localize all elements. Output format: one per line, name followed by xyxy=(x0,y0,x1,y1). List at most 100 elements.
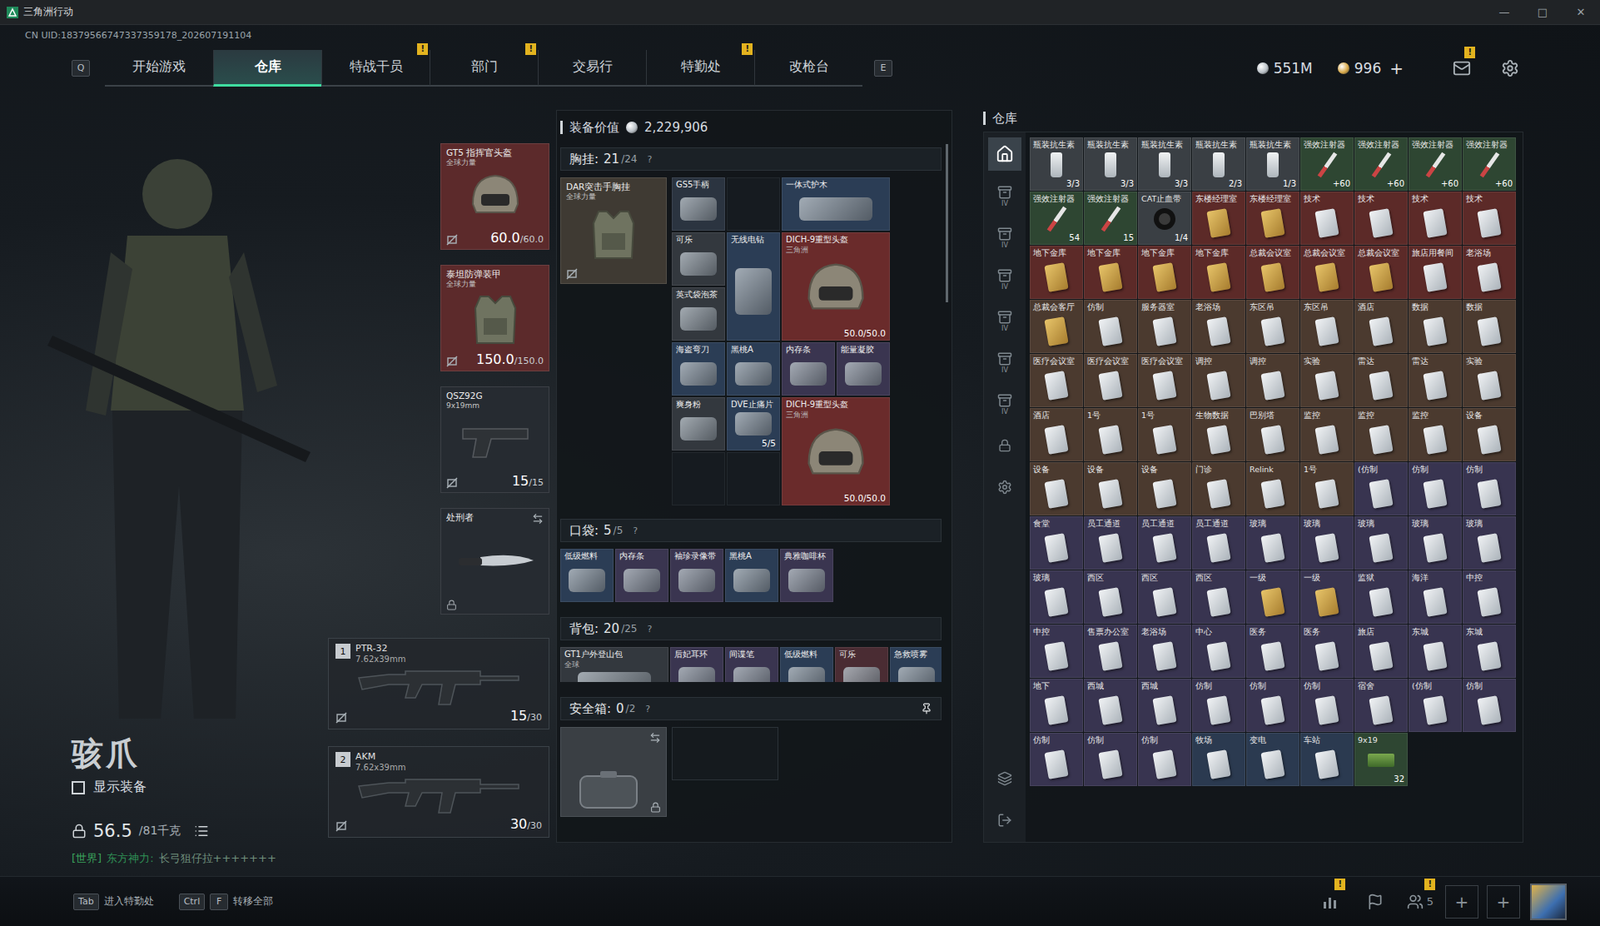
warehouse-item[interactable]: 东区吊 xyxy=(1300,299,1354,353)
item-cell[interactable]: 急救喷雾 xyxy=(889,646,942,682)
sidebar-item[interactable]: IV xyxy=(988,387,1022,421)
warehouse-item[interactable]: 调控 xyxy=(1246,353,1300,408)
warehouse-item[interactable]: 瓶装抗生素3/3 xyxy=(1029,137,1084,191)
item-cell[interactable]: GT1户外登山包全球 xyxy=(560,646,669,682)
warehouse-item[interactable]: 设备 xyxy=(1137,462,1192,516)
warehouse-item[interactable]: 海洋 xyxy=(1408,570,1462,624)
nav-tab[interactable]: 开始游戏 xyxy=(104,49,214,87)
warehouse-item[interactable]: 设备 xyxy=(1083,462,1138,516)
warehouse-item[interactable]: 东楼经理室 xyxy=(1192,191,1246,245)
sidebar-item[interactable]: IV xyxy=(988,220,1022,254)
warehouse-item[interactable]: 仿制 xyxy=(1408,462,1462,516)
rig-slot[interactable]: DAR突击手胸挂全球力量 xyxy=(560,177,667,284)
warehouse-item[interactable]: 强效注射器54 xyxy=(1029,191,1084,245)
warehouse-item[interactable]: 技术 xyxy=(1408,191,1462,245)
window-control[interactable]: □ xyxy=(1523,0,1562,25)
warehouse-item[interactable]: 仿制 xyxy=(1462,462,1516,516)
warehouse-item[interactable]: 数据 xyxy=(1462,299,1516,353)
sidebar-item[interactable] xyxy=(988,470,1022,504)
help-button[interactable]: ? xyxy=(646,623,652,635)
warehouse-item[interactable]: 西城 xyxy=(1137,678,1192,732)
nav-tab[interactable]: 交易行 xyxy=(537,49,646,87)
tool-button[interactable]: 5! xyxy=(1403,884,1437,919)
avatar[interactable] xyxy=(1530,883,1567,920)
warehouse-item[interactable]: 仿制 xyxy=(1083,732,1138,786)
warehouse-item[interactable]: 员工通道 xyxy=(1137,516,1192,570)
warehouse-item[interactable]: 调控 xyxy=(1192,353,1246,408)
warehouse-item[interactable]: 瓶装抗生素3/3 xyxy=(1137,137,1192,191)
warehouse-item[interactable]: 总裁会议室 xyxy=(1246,245,1300,299)
item-cell[interactable]: 能量凝胶 xyxy=(836,342,890,396)
item-cell[interactable]: 爽身粉 xyxy=(671,397,726,451)
warehouse-item[interactable]: 强效注射器+60 xyxy=(1354,137,1408,191)
warehouse-item[interactable]: 员工通道 xyxy=(1083,516,1138,570)
help-button[interactable]: ? xyxy=(646,154,652,165)
item-cell[interactable]: 内存条 xyxy=(615,548,669,602)
item-cell[interactable]: 一体式护木 xyxy=(781,177,890,231)
item-cell[interactable]: GS5手柄 xyxy=(671,177,726,231)
warehouse-item[interactable]: 瓶装抗生素2/3 xyxy=(1192,137,1246,191)
item-cell[interactable]: 海盗弯刀 xyxy=(671,342,726,396)
item-cell[interactable]: DICH-9重型头盔三角洲50.0/50.0 xyxy=(781,232,890,341)
gear-slot[interactable]: QSZ92G9x19mm15/15 xyxy=(440,386,550,493)
key-hint[interactable]: Tab进入特勤处 xyxy=(73,893,155,910)
nav-tab[interactable]: 改枪台 xyxy=(754,49,863,87)
warehouse-item[interactable]: 东城 xyxy=(1462,624,1516,678)
nav-tab[interactable]: 部门! xyxy=(429,49,538,87)
warehouse-item[interactable]: 强效注射器+60 xyxy=(1408,137,1462,191)
warehouse-item[interactable]: 1号 xyxy=(1083,407,1138,462)
warehouse-item[interactable]: 地下金库 xyxy=(1083,245,1138,299)
sidebar-item[interactable]: IV xyxy=(988,345,1022,379)
warehouse-item[interactable]: 仿制 xyxy=(1137,732,1192,786)
icon-button[interactable] xyxy=(1495,53,1526,84)
warehouse-item[interactable]: 门诊 xyxy=(1192,462,1246,516)
warehouse-item[interactable]: 总裁会议室 xyxy=(1354,245,1408,299)
warehouse-item[interactable]: 地下 xyxy=(1029,678,1084,732)
item-cell[interactable]: 可乐 xyxy=(834,646,889,682)
warehouse-item[interactable]: 员工通道 xyxy=(1192,516,1246,570)
sidebar-item[interactable] xyxy=(988,803,1022,837)
warehouse-item[interactable]: 设备 xyxy=(1029,462,1084,516)
gear-slot[interactable]: 处刑者 xyxy=(440,507,550,615)
item-cell[interactable]: 低级燃料 xyxy=(560,548,614,602)
safebox-slot[interactable] xyxy=(560,726,667,817)
warehouse-item[interactable]: 西区 xyxy=(1083,570,1138,624)
warehouse-item[interactable]: 雷达 xyxy=(1408,353,1462,408)
warehouse-item[interactable]: 玻璃 xyxy=(1029,570,1084,624)
warehouse-item[interactable]: 西区 xyxy=(1192,570,1246,624)
warehouse-item[interactable]: 一级 xyxy=(1246,570,1300,624)
warehouse-item[interactable]: 老浴场 xyxy=(1137,624,1192,678)
warehouse-item[interactable]: 旅店用餐间 xyxy=(1408,245,1462,299)
warehouse-item[interactable]: 总裁会议室 xyxy=(1300,245,1354,299)
warehouse-item[interactable]: 仿制 xyxy=(1462,678,1516,732)
tool-button[interactable]: ! xyxy=(1313,884,1347,919)
warehouse-item[interactable]: 监控 xyxy=(1408,407,1462,462)
warehouse-item[interactable]: 牧场 xyxy=(1192,732,1246,786)
warehouse-item[interactable]: 医务 xyxy=(1246,624,1300,678)
item-cell[interactable]: 黑桃A xyxy=(725,548,779,602)
sidebar-item[interactable]: IV xyxy=(988,262,1022,296)
weapon-slot[interactable]: 1PTR-327.62x39mm15/30 xyxy=(327,637,550,730)
warehouse-item[interactable]: 医疗会议室 xyxy=(1029,353,1084,408)
sidebar-item[interactable]: IV xyxy=(988,178,1022,213)
warehouse-item[interactable]: 实验 xyxy=(1462,353,1516,408)
nav-tab[interactable]: 仓库 xyxy=(213,49,322,87)
help-button[interactable]: ? xyxy=(645,703,651,715)
warehouse-item[interactable]: 玻璃 xyxy=(1300,516,1354,570)
key-hint[interactable]: CtrlF转移全部 xyxy=(178,893,274,910)
warehouse-item[interactable]: 9x1932 xyxy=(1354,732,1408,786)
empty-cell[interactable] xyxy=(726,452,781,506)
nav-tab[interactable]: 特战干员! xyxy=(321,49,430,87)
sidebar-item[interactable] xyxy=(988,137,1022,171)
warehouse-item[interactable]: 监控 xyxy=(1354,407,1408,462)
warehouse-item[interactable]: (仿制 xyxy=(1354,462,1408,516)
warehouse-item[interactable]: 玻璃 xyxy=(1246,516,1300,570)
help-button[interactable]: ? xyxy=(632,525,638,537)
add-currency-button[interactable]: + xyxy=(1389,58,1404,79)
warehouse-item[interactable]: 玻璃 xyxy=(1408,516,1462,570)
window-control[interactable]: ✕ xyxy=(1561,0,1600,25)
warehouse-item[interactable]: 老浴场 xyxy=(1462,245,1516,299)
warehouse-item[interactable]: 雷达 xyxy=(1354,353,1408,408)
warehouse-item[interactable]: 宿舍 xyxy=(1354,678,1408,732)
checkbox[interactable] xyxy=(71,780,85,795)
